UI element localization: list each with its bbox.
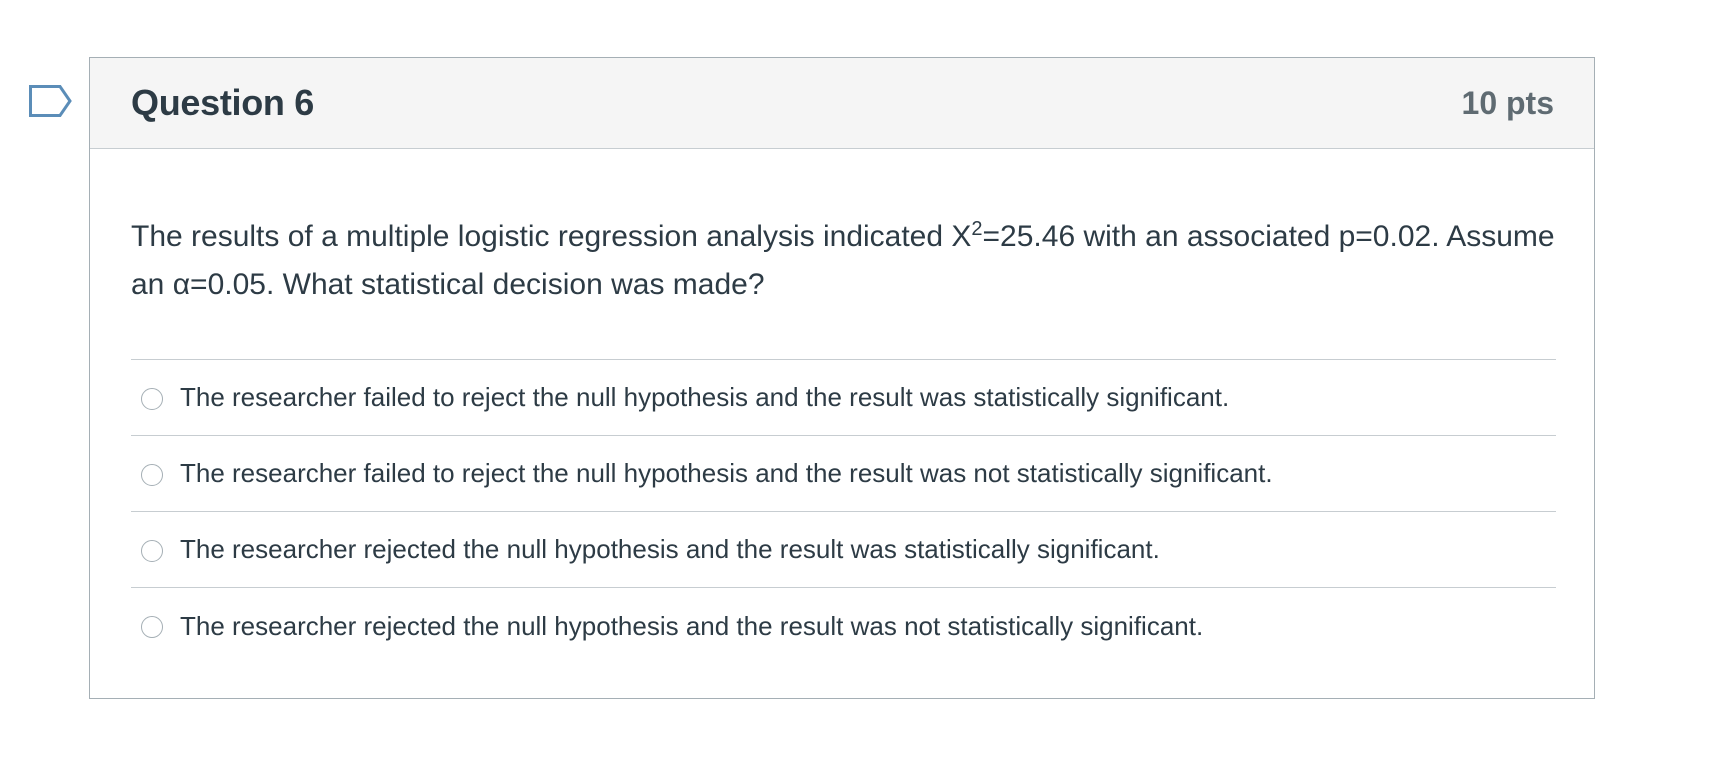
radio-button[interactable]: [141, 463, 163, 486]
radio-button[interactable]: [141, 539, 163, 562]
question-text-part-1: The results of a multiple logistic regre…: [131, 220, 972, 253]
flag-question-icon[interactable]: [29, 85, 73, 117]
answer-label: The researcher rejected the null hypothe…: [180, 534, 1160, 564]
radio-button[interactable]: [141, 616, 163, 638]
answer-option-2[interactable]: The researcher failed to reject the null…: [131, 436, 1556, 512]
question-body: The results of a multiple logistic regre…: [90, 213, 1594, 664]
radio-button[interactable]: [141, 387, 163, 410]
quiz-page: Question 6 10 pts The results of a multi…: [0, 0, 1720, 760]
question-points: 10 pts: [1461, 84, 1554, 121]
answer-label: The researcher failed to reject the null…: [180, 382, 1230, 412]
question-title: Question 6: [131, 82, 315, 123]
question-text-superscript: 2: [971, 218, 983, 240]
question-header: Question 6 10 pts: [90, 58, 1594, 149]
question-card: Question 6 10 pts The results of a multi…: [89, 57, 1595, 699]
answer-option-4[interactable]: The researcher rejected the null hypothe…: [131, 588, 1556, 664]
answer-label: The researcher rejected the null hypothe…: [180, 610, 1204, 641]
question-text: The results of a multiple logistic regre…: [131, 213, 1561, 309]
answer-label: The researcher failed to reject the null…: [180, 458, 1273, 488]
answer-option-3[interactable]: The researcher rejected the null hypothe…: [131, 512, 1556, 588]
answer-option-1[interactable]: The researcher failed to reject the null…: [131, 360, 1556, 436]
answer-list: The researcher failed to reject the null…: [131, 359, 1556, 664]
